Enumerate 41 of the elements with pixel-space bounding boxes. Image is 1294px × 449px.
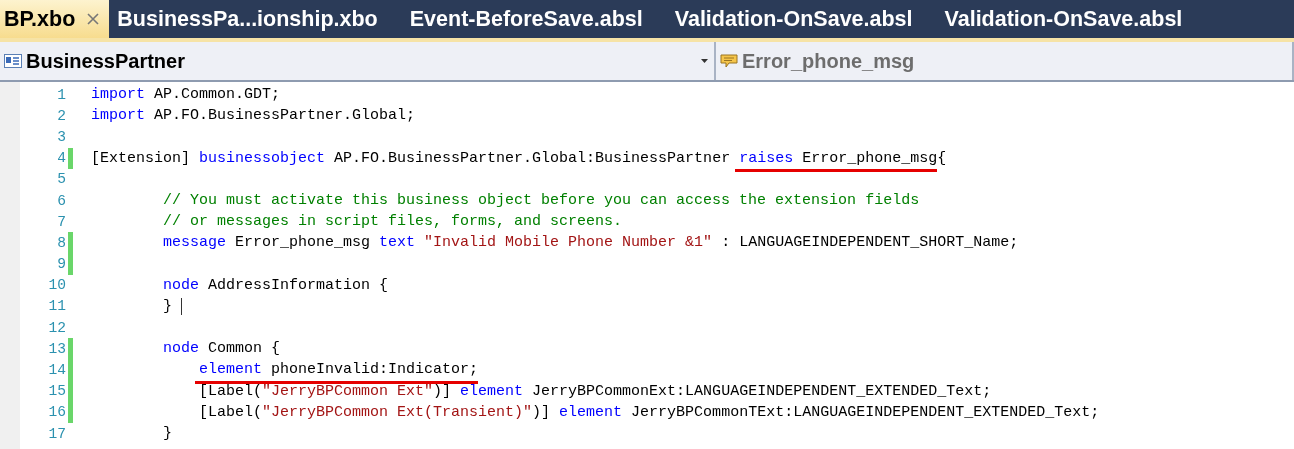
line-number: 14 [47, 362, 66, 379]
line-number: 10 [47, 277, 66, 294]
code-line: } [162, 296, 173, 317]
class-icon [4, 53, 22, 69]
close-icon[interactable] [87, 13, 100, 25]
line-number: 7 [56, 213, 66, 230]
line-number: 9 [56, 256, 66, 273]
line-number: 12 [47, 319, 66, 336]
code-line: import AP.Common.GDT; [91, 85, 281, 105]
document-tab[interactable]: BusinessPa...ionship.xbo [109, 0, 402, 38]
line-number: 17 [47, 425, 66, 442]
line-number: 11 [47, 298, 66, 315]
code-line: node AddressInformation { [162, 275, 389, 296]
line-number: 16 [47, 404, 66, 421]
type-dropdown[interactable]: BusinessPartner [0, 42, 716, 80]
code-line: import AP.FO.BusinessPartner.Global; [91, 106, 416, 127]
code-line: } [162, 424, 172, 444]
code-line: // You must activate this business object before you can access the extension fields [162, 190, 920, 211]
document-tab[interactable]: Event-BeforeSave.absl [401, 0, 667, 38]
code-line: node Common { [162, 339, 281, 360]
code-line: message Error_phone_msg text "Invalid Mobile Phone Number &1" : LANGUAGEINDEPENDENT_SHORT_Name; [162, 233, 1019, 254]
document-tab[interactable]: BP.xbo [0, 0, 110, 38]
code-line: [Label("JerryBPCommon Ext")] element JerryBPCommonExt:LANGUAGEINDEPENDENT_EXTENDED_Text; [198, 381, 992, 402]
document-tab[interactable]: Validation-OnSave.absl [666, 0, 937, 38]
line-number: 15 [47, 383, 66, 400]
code-line: [Label("JerryBPCommon Ext(Transient)")] element JerryBPCommonTExt:LANGUAGEINDEPENDENT_EXTENDED_Text; [198, 402, 1100, 423]
line-number: 1 [56, 86, 66, 103]
code-line: [Extension] businessobject AP.FO.BusinessPartner.Global:BusinessPartner raises Error_phone_msg{ [91, 147, 947, 169]
code-line: // or messages in script files, forms, and screens. [162, 212, 623, 233]
line-number: 3 [56, 128, 66, 145]
line-number: 5 [56, 171, 66, 188]
line-number: 13 [47, 340, 66, 357]
line-number: 4 [56, 150, 66, 167]
code-line: element phoneInvalid:Indicator; [91, 359, 479, 381]
dropdown-caret-icon [701, 59, 708, 63]
line-number: 6 [56, 192, 66, 209]
document-tab[interactable]: Validation-OnSave.absl [936, 0, 1207, 38]
line-number: 8 [56, 234, 66, 251]
line-number: 2 [56, 107, 66, 124]
member-dropdown[interactable]: Error_phone_msg [716, 42, 1294, 80]
message-icon [720, 54, 738, 68]
